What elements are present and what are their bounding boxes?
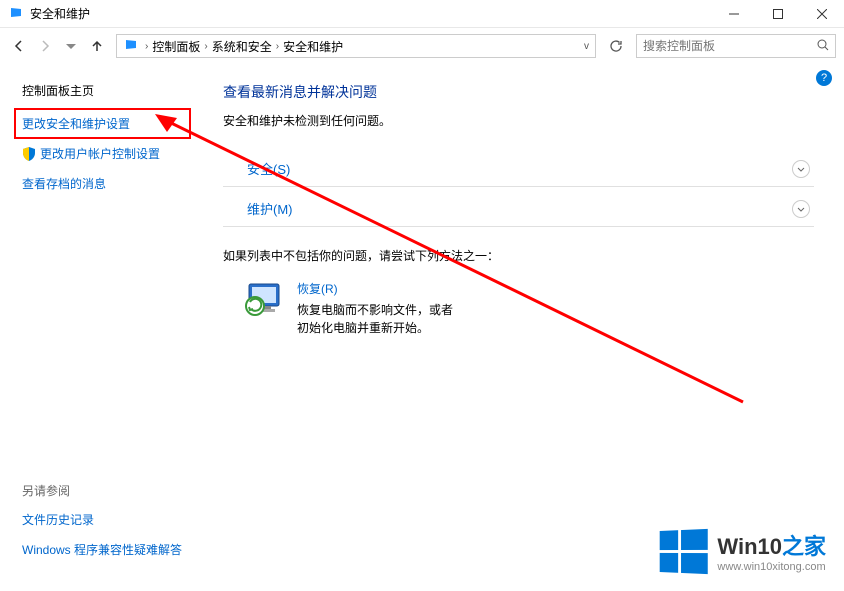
crumb-control-panel[interactable]: 控制面板	[150, 38, 202, 55]
control-panel-home-link[interactable]: 控制面板主页	[22, 82, 183, 99]
sidebar: 控制面板主页 更改安全和维护设置 更改用户帐户控制设置 查看存档的消息 另请参阅…	[0, 64, 195, 591]
status-text: 安全和维护未检测到任何问题。	[223, 112, 814, 129]
window-title: 安全和维护	[30, 5, 712, 22]
crumb-system-security[interactable]: 系统和安全	[210, 38, 274, 55]
recovery-desc: 恢复电脑而不影响文件，或者初始化电脑并重新开始。	[297, 301, 457, 337]
wm-text-a: Win10	[717, 534, 782, 559]
compat-troubleshooter-link[interactable]: Windows 程序兼容性疑难解答	[22, 541, 182, 558]
windows-logo-icon	[660, 528, 708, 573]
crumb-security-maintenance[interactable]: 安全和维护	[281, 38, 345, 55]
recent-dropdown[interactable]	[60, 35, 82, 57]
see-also-header: 另请参阅	[22, 482, 182, 499]
chevron-right-icon[interactable]: ›	[143, 41, 150, 52]
recovery-section: 恢复(R) 恢复电脑而不影响文件，或者初始化电脑并重新开始。	[223, 280, 814, 337]
wm-text-b: 之家	[782, 534, 826, 559]
recovery-icon	[243, 280, 283, 320]
main-content: ? 查看最新消息并解决问题 安全和维护未检测到任何问题。 安全(S) 维护(M)…	[195, 64, 844, 591]
refresh-button[interactable]	[604, 34, 628, 58]
search-box[interactable]	[636, 34, 836, 58]
security-label: 安全(S)	[227, 159, 290, 178]
recovery-link[interactable]: 恢复(R)	[297, 280, 457, 297]
back-button[interactable]	[8, 35, 30, 57]
chevron-right-icon[interactable]: ›	[202, 41, 209, 52]
forward-button[interactable]	[34, 35, 56, 57]
up-button[interactable]	[86, 35, 108, 57]
maintenance-label: 维护(M)	[227, 199, 293, 218]
address-bar[interactable]: › 控制面板 › 系统和安全 › 安全和维护 v	[116, 34, 596, 58]
minimize-button[interactable]	[712, 0, 756, 28]
file-history-link[interactable]: 文件历史记录	[22, 511, 182, 528]
address-dropdown[interactable]: v	[580, 41, 593, 52]
shield-icon	[22, 147, 36, 161]
search-input[interactable]	[643, 39, 817, 53]
maintenance-expander[interactable]: 维护(M)	[223, 191, 814, 227]
see-also: 另请参阅 文件历史记录 Windows 程序兼容性疑难解答	[22, 482, 182, 571]
help-icon[interactable]: ?	[816, 70, 832, 86]
annotation-highlight: 更改安全和维护设置	[14, 108, 191, 139]
wm-url: www.win10xitong.com	[717, 561, 826, 573]
chevron-down-icon	[792, 160, 810, 178]
search-icon[interactable]	[817, 39, 829, 54]
flag-icon	[123, 38, 139, 54]
navbar: › 控制面板 › 系统和安全 › 安全和维护 v	[0, 28, 844, 64]
hint-text: 如果列表中不包括你的问题，请尝试下列方法之一：	[223, 247, 814, 264]
titlebar: 安全和维护	[0, 0, 844, 28]
security-expander[interactable]: 安全(S)	[223, 151, 814, 187]
change-security-settings-link[interactable]: 更改安全和维护设置	[22, 115, 183, 132]
page-heading: 查看最新消息并解决问题	[223, 82, 814, 102]
watermark: Win10之家 www.win10xitong.com	[658, 529, 826, 573]
maximize-button[interactable]	[756, 0, 800, 28]
uac-link-label: 更改用户帐户控制设置	[40, 145, 160, 162]
view-archived-messages-link[interactable]: 查看存档的消息	[22, 175, 183, 192]
change-uac-settings-link[interactable]: 更改用户帐户控制设置	[22, 145, 183, 162]
chevron-down-icon	[792, 200, 810, 218]
close-button[interactable]	[800, 0, 844, 28]
flag-icon	[8, 6, 24, 22]
chevron-right-icon[interactable]: ›	[274, 41, 281, 52]
